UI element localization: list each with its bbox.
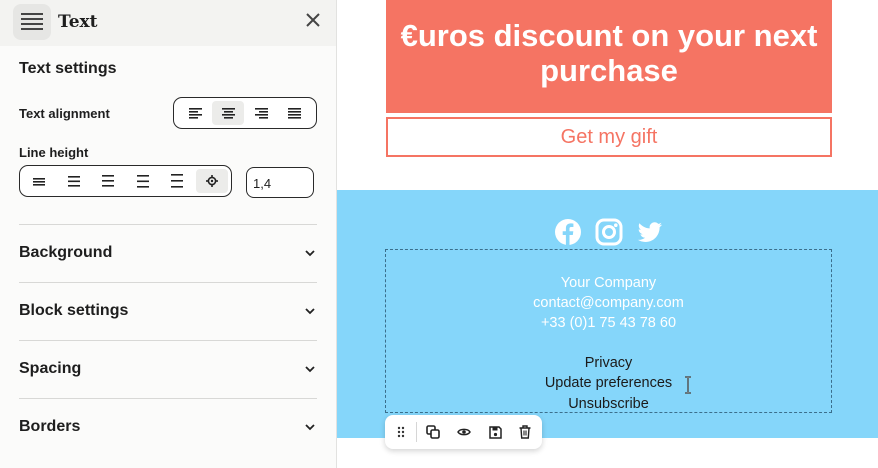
email-footer: Your Company contact@company.com +33 (0)… xyxy=(337,190,878,438)
company-phone: +33 (0)1 75 43 78 60 xyxy=(540,315,677,331)
accordion-block-settings[interactable]: Block settings xyxy=(19,282,317,340)
align-justify-button[interactable] xyxy=(279,101,311,125)
chevron-down-icon xyxy=(305,250,315,257)
close-button[interactable] xyxy=(302,9,324,31)
accordion-label: Borders xyxy=(19,418,81,435)
drag-handle-button[interactable] xyxy=(389,420,413,444)
accordion-spacing[interactable]: Spacing xyxy=(19,340,317,398)
delete-icon xyxy=(519,425,531,439)
align-center-icon xyxy=(221,107,235,119)
email-canvas: €uros discount on your next purchase Get… xyxy=(337,0,878,468)
unsubscribe-link[interactable]: Unsubscribe xyxy=(386,396,831,412)
line-height-5-button[interactable] xyxy=(161,169,193,193)
get-gift-button[interactable]: Get my gift xyxy=(386,117,832,157)
align-right-icon xyxy=(255,107,269,119)
panel-header: Text xyxy=(0,0,336,46)
line-height-4-icon xyxy=(136,174,149,188)
update-preferences-link[interactable]: Update preferences xyxy=(386,375,831,391)
line-height-1-button[interactable] xyxy=(23,169,55,193)
chevron-down-icon xyxy=(305,424,315,431)
line-height-custom-icon xyxy=(205,175,218,187)
align-left-button[interactable] xyxy=(179,101,211,125)
line-height-1-icon xyxy=(33,177,45,186)
chevron-down-icon xyxy=(305,366,315,373)
delete-button[interactable] xyxy=(513,420,537,444)
line-height-5-icon xyxy=(171,174,184,188)
close-icon xyxy=(306,13,320,27)
preview-icon xyxy=(457,428,471,436)
align-center-button[interactable] xyxy=(212,101,245,125)
company-name: Your Company xyxy=(560,275,657,291)
promo-text: €uros discount on your next purchase xyxy=(400,18,818,88)
toolbar-divider xyxy=(416,422,417,442)
line-height-label: Line height xyxy=(19,145,89,160)
accordion-label: Block settings xyxy=(19,302,129,319)
company-email[interactable]: contact@company.com xyxy=(386,295,831,311)
section-title: Text settings xyxy=(19,60,117,77)
text-alignment-control xyxy=(173,97,317,129)
duplicate-icon xyxy=(426,425,440,439)
line-height-input[interactable]: 1,4 xyxy=(246,167,314,198)
privacy-link[interactable]: Privacy xyxy=(386,355,831,371)
line-height-3-icon xyxy=(102,175,115,187)
align-left-icon xyxy=(188,107,202,119)
panel-title: Text xyxy=(58,12,98,32)
drag-handle-icon xyxy=(397,426,405,438)
twitter-icon[interactable] xyxy=(636,218,664,246)
line-height-custom-button[interactable] xyxy=(195,169,228,193)
chevron-down-icon xyxy=(305,308,315,315)
save-icon xyxy=(488,425,502,439)
save-button[interactable] xyxy=(483,420,507,444)
block-toolbar xyxy=(385,415,542,449)
instagram-icon[interactable] xyxy=(595,218,623,246)
accordion-background[interactable]: Background xyxy=(19,224,317,282)
line-height-3-button[interactable] xyxy=(92,169,124,193)
footer-text-block[interactable]: Your Company contact@company.com +33 (0)… xyxy=(385,249,832,413)
promo-banner[interactable]: €uros discount on your next purchase xyxy=(386,0,832,113)
align-right-button[interactable] xyxy=(246,101,278,125)
accordion-label: Spacing xyxy=(19,360,82,377)
line-height-4-button[interactable] xyxy=(127,169,159,193)
facebook-icon[interactable] xyxy=(554,218,582,246)
text-block-icon xyxy=(13,4,51,40)
duplicate-button[interactable] xyxy=(421,420,445,444)
text-alignment-label: Text alignment xyxy=(19,106,110,121)
line-height-control xyxy=(19,165,232,197)
line-height-2-button[interactable] xyxy=(58,169,90,193)
align-justify-icon xyxy=(288,107,302,119)
line-height-2-icon xyxy=(67,175,80,187)
text-cursor-icon xyxy=(685,376,691,394)
preview-button[interactable] xyxy=(452,420,476,444)
accordion-borders[interactable]: Borders xyxy=(19,398,317,456)
accordion-label: Background xyxy=(19,244,113,261)
text-settings-panel: Text Text settings Text alignment Line h… xyxy=(0,0,337,468)
